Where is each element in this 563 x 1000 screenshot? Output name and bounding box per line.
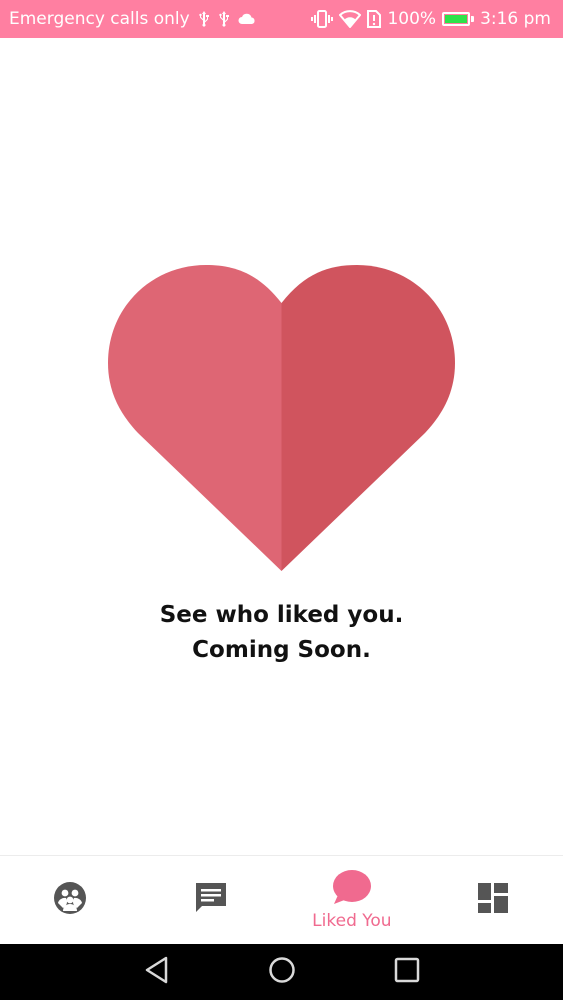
heart-left-half bbox=[108, 265, 282, 571]
heart-illustration bbox=[108, 265, 455, 571]
battery-fill bbox=[445, 15, 468, 23]
heart-right-half bbox=[281, 265, 455, 571]
coming-soon-message: See who liked you. Coming Soon. bbox=[0, 598, 563, 668]
people-group-icon bbox=[53, 881, 87, 919]
clock-time: 3:16 pm bbox=[480, 9, 551, 29]
usb-icon bbox=[198, 11, 210, 27]
status-left: Emergency calls only bbox=[9, 9, 256, 29]
battery-icon bbox=[442, 12, 475, 26]
home-icon bbox=[268, 956, 296, 988]
tab-liked-you[interactable]: Liked You bbox=[282, 856, 423, 944]
message-line-2: Coming Soon. bbox=[192, 637, 371, 663]
status-bar: Emergency calls only 100% 3:16 pm bbox=[0, 0, 563, 38]
speech-bubble-icon bbox=[332, 869, 372, 909]
tab-liked-you-label: Liked You bbox=[312, 911, 392, 931]
status-right: 100% 3:16 pm bbox=[311, 9, 551, 29]
tab-discover[interactable] bbox=[0, 856, 141, 944]
liked-you-screen: See who liked you. Coming Soon. bbox=[0, 38, 563, 855]
system-navigation-bar bbox=[0, 944, 563, 1000]
usb-icon bbox=[218, 11, 230, 27]
home-button[interactable] bbox=[219, 944, 344, 1000]
tab-dashboard[interactable] bbox=[422, 856, 563, 944]
sim-alert-icon bbox=[367, 10, 382, 28]
tab-messages[interactable] bbox=[141, 856, 282, 944]
recents-icon bbox=[394, 957, 420, 987]
recents-button[interactable] bbox=[344, 944, 469, 1000]
back-button[interactable] bbox=[94, 944, 219, 1000]
dashboard-icon bbox=[477, 883, 508, 917]
back-icon bbox=[144, 956, 170, 988]
battery-percent: 100% bbox=[387, 9, 437, 29]
message-line-1: See who liked you. bbox=[159, 602, 404, 628]
vibrate-icon bbox=[311, 10, 334, 28]
carrier-text: Emergency calls only bbox=[9, 9, 190, 29]
bottom-navigation: Liked You bbox=[0, 855, 563, 944]
wifi-icon bbox=[339, 10, 362, 28]
chat-message-icon bbox=[194, 882, 228, 918]
cloud-icon bbox=[238, 13, 256, 25]
